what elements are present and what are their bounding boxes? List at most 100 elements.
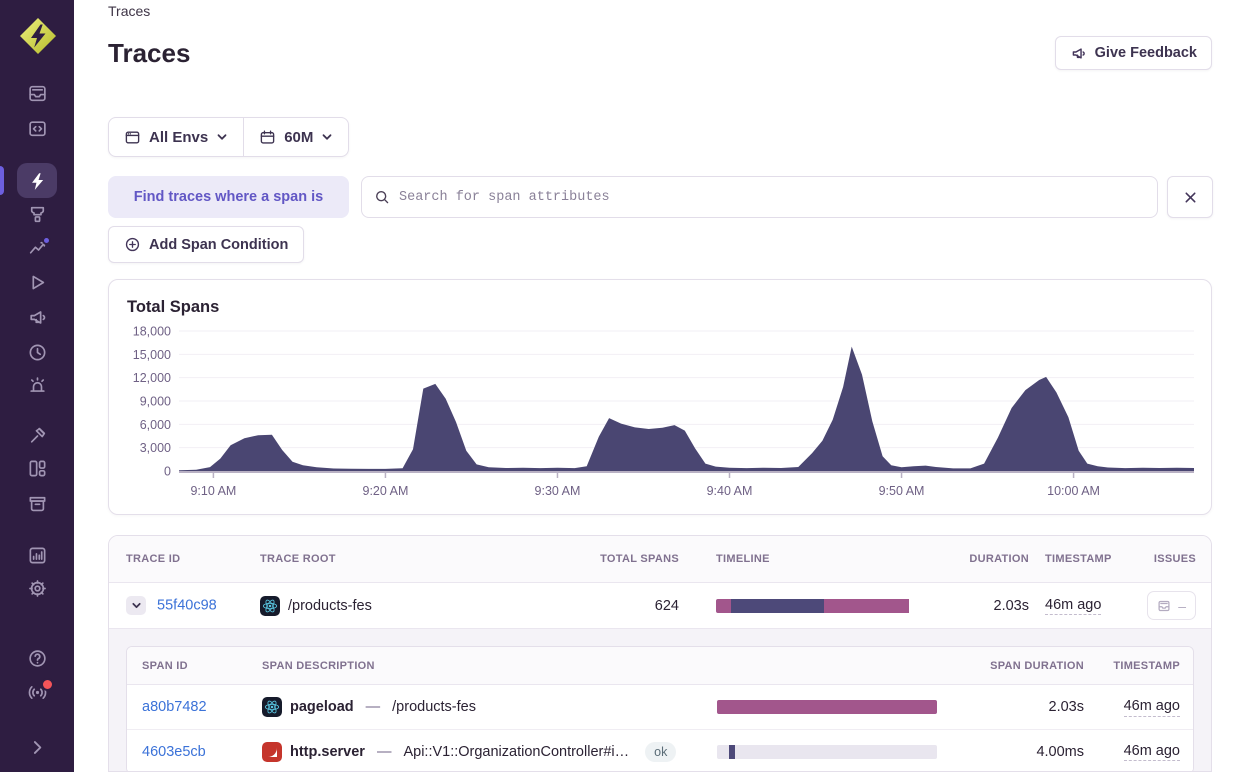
window-icon <box>124 129 141 146</box>
insights-notification-dot <box>42 236 51 245</box>
environment-filter[interactable]: All Envs <box>109 118 243 156</box>
nav-settings[interactable] <box>23 574 51 602</box>
siren-icon <box>27 375 48 396</box>
archive-icon <box>27 493 48 514</box>
sidebar <box>0 0 74 772</box>
svg-text:9:20 AM: 9:20 AM <box>363 484 409 498</box>
inbox-icon <box>27 83 48 104</box>
page-title: Traces <box>108 38 190 69</box>
trace-timestamp[interactable]: 46m ago <box>1045 596 1101 615</box>
nav-releases[interactable] <box>23 489 51 517</box>
chevron-right-icon <box>27 737 48 758</box>
react-icon <box>260 596 280 616</box>
svg-text:9:40 AM: 9:40 AM <box>707 484 753 498</box>
nav-stats[interactable] <box>23 541 51 569</box>
span-id-link[interactable]: 4603e5cb <box>142 744 206 760</box>
span-id-link[interactable]: a80b7482 <box>142 699 207 715</box>
clear-search-button[interactable] <box>1167 176 1213 218</box>
svg-text:10:00 AM: 10:00 AM <box>1047 484 1100 498</box>
calendar-icon <box>259 129 276 146</box>
chevron-down-icon <box>131 600 142 611</box>
col-span-id: SPAN ID <box>142 660 262 672</box>
traces-table: TRACE ID TRACE ROOT TOTAL SPANS TIMELINE… <box>108 535 1212 772</box>
spans-table-header: SPAN ID SPAN DESCRIPTION SPAN DURATION T… <box>127 647 1193 685</box>
hammer-icon <box>27 425 48 446</box>
spans-table: SPAN ID SPAN DESCRIPTION SPAN DURATION T… <box>126 646 1194 772</box>
nav-toolbox[interactable] <box>23 421 51 449</box>
trace-timeline-bar <box>716 599 936 613</box>
trace-issues-count: – <box>1178 598 1186 614</box>
ruby-icon <box>262 742 282 762</box>
close-icon <box>1183 190 1198 205</box>
search-icon <box>374 189 390 205</box>
nav-projects[interactable] <box>23 114 51 142</box>
span-search-box <box>361 176 1158 218</box>
separator: — <box>366 699 381 715</box>
span-op: pageload <box>290 699 354 715</box>
col-issues: ISSUES <box>1139 553 1196 565</box>
trace-duration: 2.03s <box>946 598 1029 614</box>
nav-dashboards[interactable] <box>23 454 51 482</box>
page-filter-bar: All Envs 60M <box>108 117 349 157</box>
collapse-trace-button[interactable] <box>126 596 146 615</box>
plus-circle-icon <box>124 236 141 253</box>
trace-root-value: /products-fes <box>288 598 372 614</box>
span-timestamp[interactable]: 46m ago <box>1124 742 1180 761</box>
flashlight-icon <box>27 204 48 225</box>
svg-text:9:30 AM: 9:30 AM <box>535 484 581 498</box>
gear-icon <box>27 578 48 599</box>
active-nav-indicator <box>0 166 4 195</box>
add-span-condition-button[interactable]: Add Span Condition <box>108 226 304 263</box>
nav-issues[interactable] <box>23 79 51 107</box>
col-timestamp: TIMESTAMP <box>1029 553 1139 565</box>
react-icon <box>262 697 282 717</box>
trace-issues-badge: – <box>1147 591 1196 620</box>
trace-id-link[interactable]: 55f40c98 <box>157 597 217 613</box>
nav-explore[interactable] <box>23 167 51 195</box>
span-search-input[interactable] <box>399 190 1145 205</box>
give-feedback-button[interactable]: Give Feedback <box>1055 36 1212 70</box>
nav-replays[interactable] <box>23 268 51 296</box>
environment-filter-value: All Envs <box>149 129 208 146</box>
span-row: a80b7482 pageload — /products-fes 2.03s … <box>127 685 1193 729</box>
play-icon <box>27 272 48 293</box>
traces-page: Traces Traces Give Feedback All Envs 60M… <box>0 0 1244 772</box>
col-trace-root: TRACE ROOT <box>260 553 579 565</box>
span-duration: 4.00ms <box>957 744 1084 760</box>
svg-text:9:10 AM: 9:10 AM <box>190 484 236 498</box>
nav-collapse[interactable] <box>23 733 51 761</box>
svg-text:0: 0 <box>164 465 171 479</box>
svg-text:18,000: 18,000 <box>133 325 171 339</box>
app-logo[interactable] <box>18 16 58 56</box>
separator: — <box>377 744 392 760</box>
chevron-down-icon <box>321 131 333 143</box>
nav-help[interactable] <box>23 644 51 672</box>
svg-text:6,000: 6,000 <box>140 418 171 432</box>
nav-crons[interactable] <box>23 338 51 366</box>
bar-chart-icon <box>27 545 48 566</box>
nav-user-feedback[interactable] <box>23 303 51 331</box>
col-span-duration: SPAN DURATION <box>957 660 1084 672</box>
find-traces-label: Find traces where a span is <box>108 176 349 218</box>
span-timeline-bar <box>717 745 937 759</box>
date-range-filter-value: 60M <box>284 129 313 146</box>
total-spans-value: 624 <box>579 598 679 614</box>
span-status-badge: ok <box>645 742 676 762</box>
svg-text:9:50 AM: 9:50 AM <box>879 484 925 498</box>
chevron-down-icon <box>216 131 228 143</box>
clock-icon <box>27 342 48 363</box>
col-duration: DURATION <box>946 553 1029 565</box>
trace-row: 55f40c98 /products-fes 624 2.03s 46m ago… <box>109 583 1211 629</box>
expanded-trace-panel: SPAN ID SPAN DESCRIPTION SPAN DURATION T… <box>109 629 1211 772</box>
breadcrumb[interactable]: Traces <box>108 3 150 19</box>
svg-text:12,000: 12,000 <box>133 371 171 385</box>
nav-profiling[interactable] <box>23 200 51 228</box>
col-total-spans: TOTAL SPANS <box>579 553 679 565</box>
add-span-condition-label: Add Span Condition <box>149 237 288 253</box>
date-range-filter[interactable]: 60M <box>244 118 348 156</box>
megaphone-icon <box>27 307 48 328</box>
inbox-icon <box>1157 599 1171 613</box>
nav-alerts[interactable] <box>23 371 51 399</box>
span-timestamp[interactable]: 46m ago <box>1124 697 1180 716</box>
help-icon <box>27 648 48 669</box>
